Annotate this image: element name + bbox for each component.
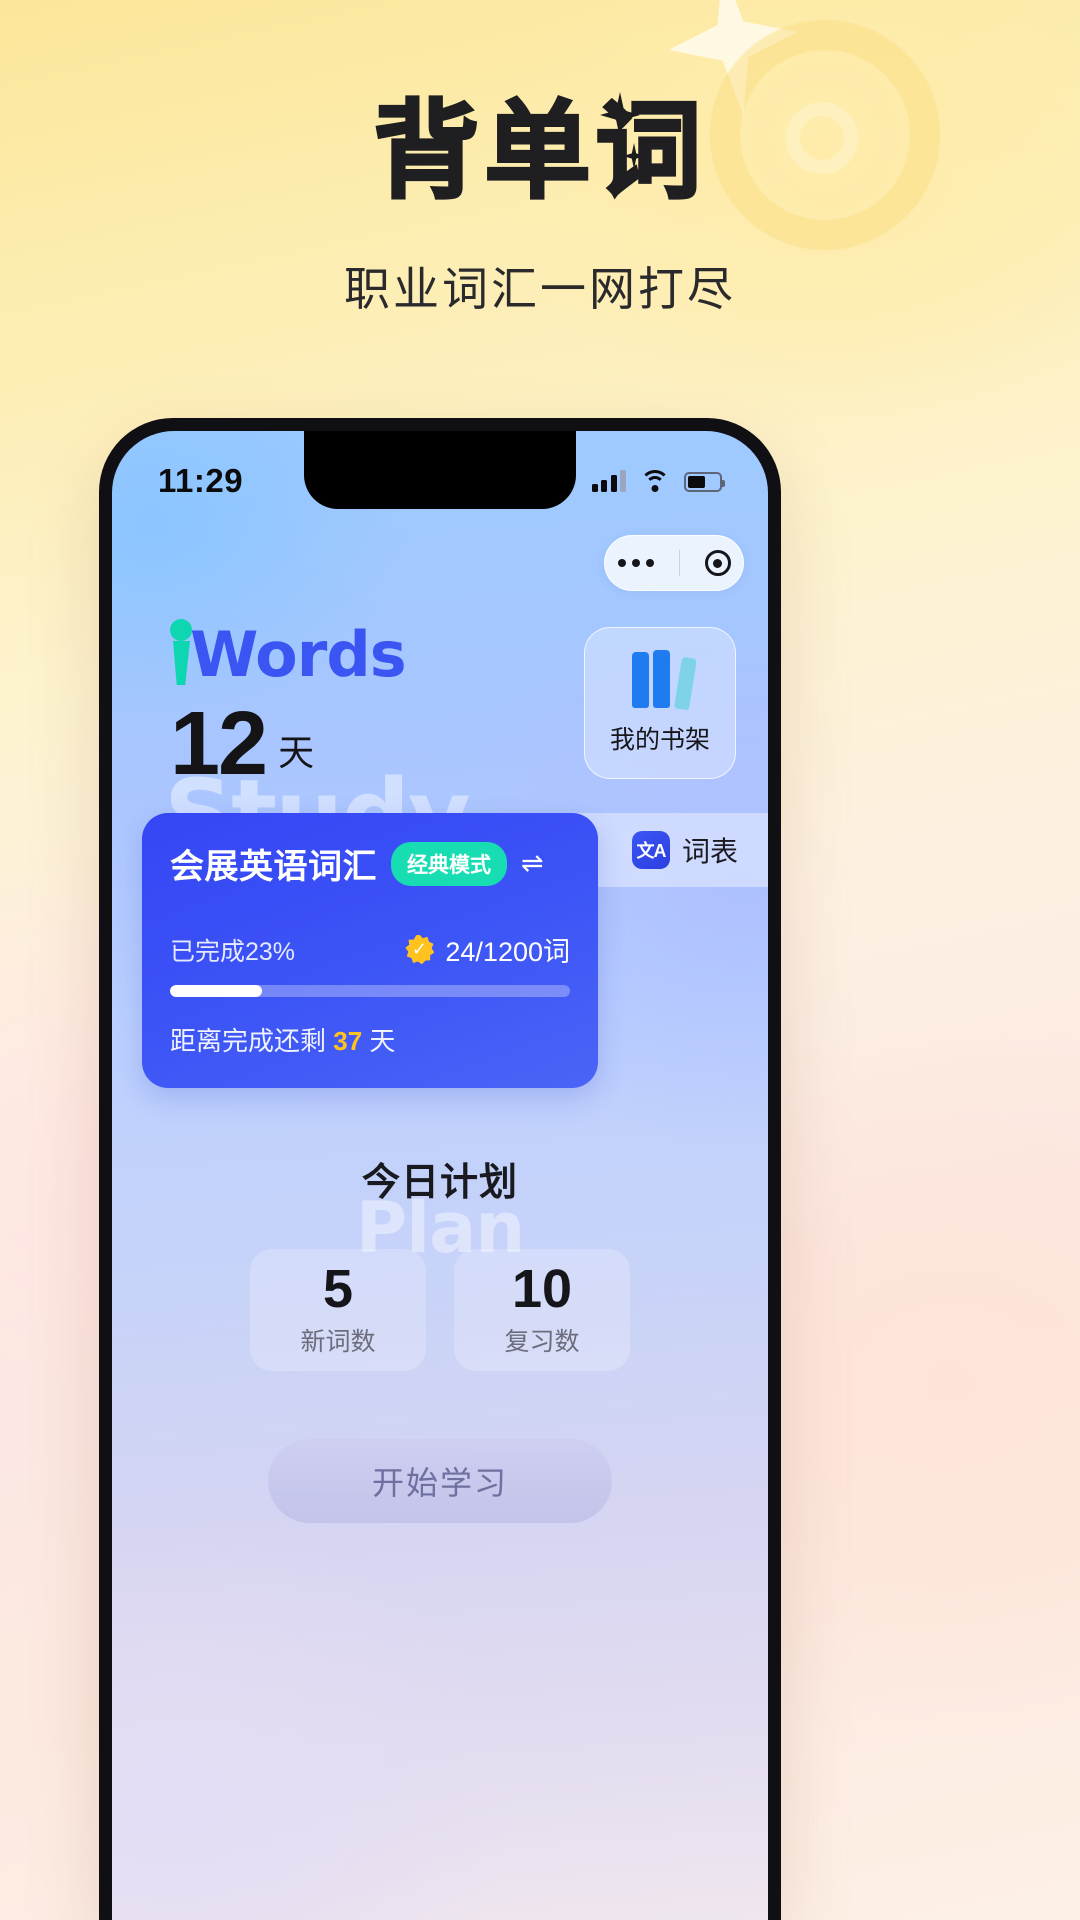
miniprogram-capsule[interactable] [604,535,744,591]
word-count-label: 24/1200词 [445,937,570,967]
stat-value: 5 [322,1259,354,1319]
status-bar: 11:29 [112,459,768,503]
logo-i-stem-icon [173,641,190,685]
wordlist-label: 词表 [682,836,739,867]
status-time: 11:29 [158,462,244,499]
app-logo: Words [170,618,407,692]
start-study-button[interactable]: 开始学习 [268,1439,612,1523]
brand-block: Words Study 12 天 [164,618,471,863]
phone-screen: 11:29 Words Study 12 天 [112,431,768,1920]
completed-percent-label: 已完成23% [170,937,296,966]
mode-badge[interactable]: 经典模式 [391,841,507,886]
battery-icon [684,472,725,492]
swap-mode-icon[interactable]: ⇌ [521,848,544,879]
remaining-suffix: 天 [369,1026,396,1056]
remaining-days-number: 37 [333,1026,363,1056]
word-count-block: 24/1200词 [404,930,570,969]
books-icon [631,650,697,711]
phone-mockup: 11:29 Words Study 12 天 [99,418,781,1920]
stat-label: 新词数 [300,1328,376,1356]
today-plan-header: 今日计划 Plan [112,1151,768,1269]
page-title: 背单词 [372,90,707,213]
my-bookshelf-card[interactable]: 我的书架 [584,627,736,779]
hero-section: 背单词 职业词汇一网打尽 [0,90,1080,319]
logo-wordmark: Words [190,618,407,692]
streak-block: Study 12 天 [164,699,471,863]
status-icons [591,470,725,492]
my-bookshelf-label: 我的书架 [609,726,710,754]
target-circle-icon[interactable] [704,550,731,576]
stat-label: 复习数 [504,1328,580,1356]
wordlist-icon: 文A [632,831,670,869]
course-stats-row: 已完成23% 24/1200词 [170,930,570,969]
capsule-divider [678,550,680,576]
course-header: 会展英语词汇 经典模式 ⇌ [170,839,570,888]
progress-bar-fill [170,985,262,997]
remaining-days-row: 距离完成还剩 37 天 [170,1021,570,1058]
signal-bars-icon [591,470,626,492]
course-title: 会展英语词汇 [170,848,377,886]
logo-i-dot-icon [170,619,192,641]
more-dots-icon[interactable] [617,559,654,567]
wifi-icon [640,470,670,492]
stat-value: 10 [511,1259,573,1319]
page-subtitle: 职业词汇一网打尽 [344,263,736,316]
remaining-prefix: 距离完成还剩 [170,1026,327,1056]
today-plan-title: 今日计划 [361,1162,518,1204]
gold-check-star-icon [405,934,435,965]
progress-bar-track [170,985,570,997]
course-progress-card[interactable]: 会展英语词汇 经典模式 ⇌ 已完成23% 24/1200词 距离完成还剩 37 … [142,813,598,1088]
